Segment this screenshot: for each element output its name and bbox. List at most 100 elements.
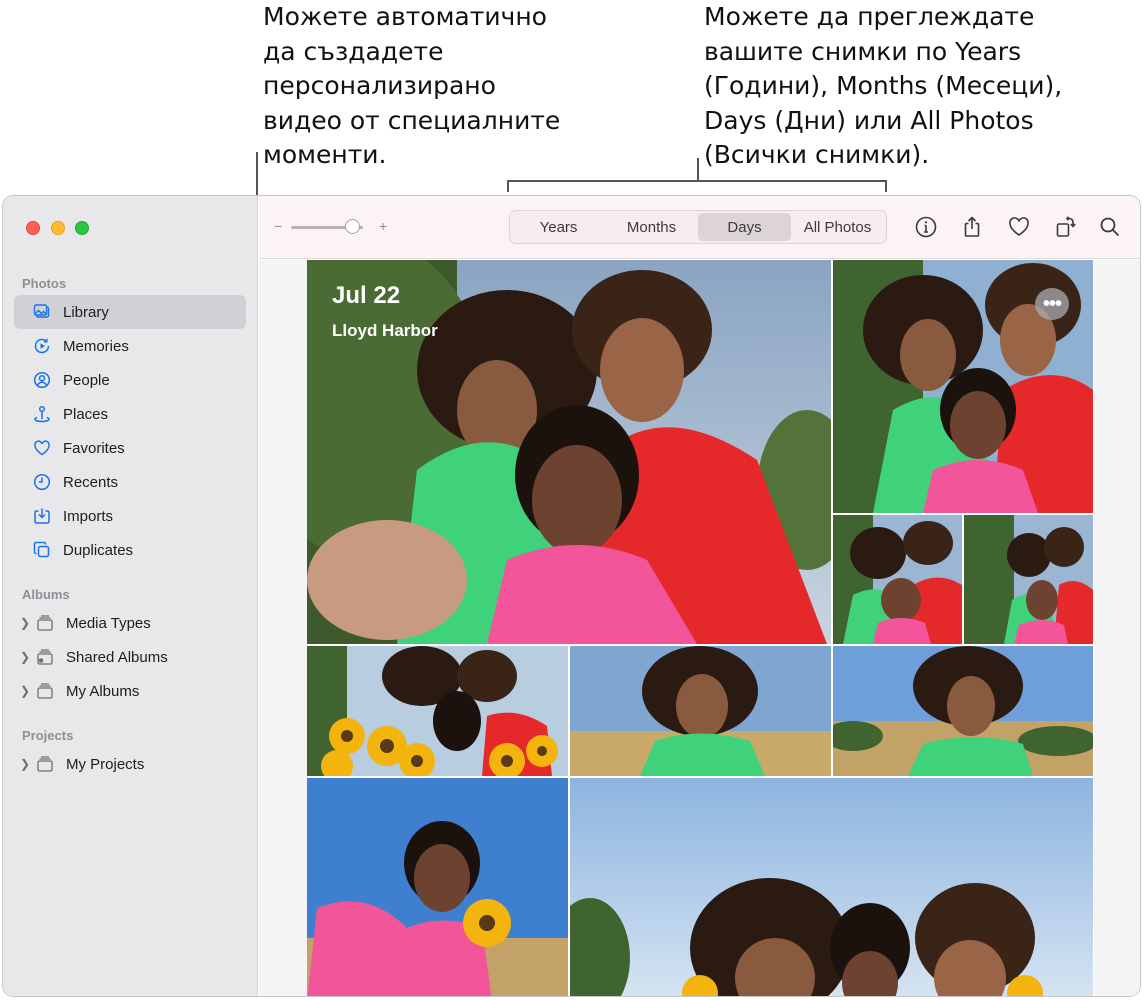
callout-line: (Години), Months (Месеци), <box>704 71 1063 100</box>
sidebar-item-label: Imports <box>63 507 114 525</box>
chevron-right-icon[interactable]: ❯ <box>20 650 32 664</box>
sidebar-item-label: Library <box>63 303 109 321</box>
photo-image <box>307 646 568 776</box>
sidebar-item-duplicates[interactable]: Duplicates <box>14 533 246 567</box>
leader-bracket-right <box>885 180 887 192</box>
library-icon <box>33 303 51 321</box>
sidebar-item-library[interactable]: Library <box>14 295 246 329</box>
chevron-right-icon[interactable]: ❯ <box>20 684 32 698</box>
zoom-window-button[interactable] <box>75 221 89 235</box>
sidebar: Photos Library Memories People Places Fa… <box>3 196 258 996</box>
photo-hero-image <box>307 260 831 644</box>
sidebar-item-my-projects[interactable]: ❯ My Projects <box>14 747 246 781</box>
callout-line: видео от специалните <box>263 105 561 135</box>
photo-tile[interactable] <box>307 646 568 776</box>
search-icon[interactable] <box>1098 215 1122 239</box>
callout-line: Days (Дни) или All Photos <box>704 105 1034 135</box>
view-segmented-control: Years Months Days All Photos <box>509 210 887 244</box>
photo-tile[interactable] <box>833 515 962 644</box>
minimize-window-button[interactable] <box>51 221 65 235</box>
photo-image <box>833 646 1093 776</box>
sidebar-item-recents[interactable]: Recents <box>14 465 246 499</box>
sidebar-item-label: Duplicates <box>63 541 134 559</box>
zoom-out-icon[interactable]: − <box>274 218 282 234</box>
sidebar-item-label: Recents <box>63 473 119 491</box>
sidebar-item-media-types[interactable]: ❯ Media Types <box>14 606 246 640</box>
heart-icon[interactable] <box>1007 215 1031 239</box>
callout-line: да създадете <box>263 36 444 66</box>
import-icon <box>33 507 51 525</box>
sidebar-item-label: My Albums <box>66 682 140 700</box>
sidebar-item-label: Shared Albums <box>66 648 168 666</box>
rotate-icon[interactable] <box>1054 215 1078 239</box>
toolbar: − + Years Months Days All Photos <box>259 196 1140 259</box>
tab-years[interactable]: Years <box>512 213 605 241</box>
sidebar-item-places[interactable]: Places <box>14 397 246 431</box>
photo-tile[interactable] <box>833 646 1093 776</box>
photo-content-area: Jul 22 Lloyd Harbor ••• <box>259 260 1140 996</box>
leader-line-views <box>697 158 699 181</box>
sidebar-section-albums: Albums <box>22 587 70 602</box>
photo-tile[interactable] <box>307 778 568 996</box>
callout-memories: Можете автоматично да създадете персонал… <box>263 0 560 173</box>
callout-line: (Всички снимки). <box>704 140 930 169</box>
callout-line: моменти. <box>263 140 387 169</box>
sidebar-item-label: Favorites <box>63 439 125 457</box>
zoom-in-icon[interactable]: + <box>379 218 387 234</box>
photos-window: Photos Library Memories People Places Fa… <box>2 195 1141 997</box>
day-place-label: Lloyd Harbor <box>332 321 438 340</box>
callout-line: вашите снимки по Years <box>704 36 1022 66</box>
callout-line: Можете да преглеждате <box>704 2 1035 31</box>
shared-folder-icon <box>36 648 54 666</box>
sidebar-item-memories[interactable]: Memories <box>14 329 246 363</box>
places-icon <box>33 405 51 423</box>
sidebar-item-my-albums[interactable]: ❯ My Albums <box>14 674 246 708</box>
leader-bracket-left <box>507 180 509 192</box>
memories-icon <box>33 337 51 355</box>
folder-stack-icon <box>36 614 54 632</box>
people-icon <box>33 371 51 389</box>
sidebar-item-label: Media Types <box>66 614 151 632</box>
sidebar-item-label: My Projects <box>66 755 145 773</box>
sidebar-item-shared-albums[interactable]: ❯ Shared Albums <box>14 640 246 674</box>
sidebar-item-label: Memories <box>63 337 129 355</box>
photo-image <box>964 515 1093 644</box>
day-date-label: Jul 22 <box>332 282 401 309</box>
sidebar-item-imports[interactable]: Imports <box>14 499 246 533</box>
photo-hero[interactable]: Jul 22 Lloyd Harbor <box>307 260 831 644</box>
sidebar-item-people[interactable]: People <box>14 363 246 397</box>
tab-months[interactable]: Months <box>605 213 698 241</box>
tab-days[interactable]: Days <box>698 213 791 241</box>
share-icon[interactable] <box>960 215 984 239</box>
photo-tile[interactable] <box>570 778 1093 996</box>
tab-all-photos[interactable]: All Photos <box>791 213 884 241</box>
folder-stack-icon <box>36 682 54 700</box>
photo-grid: Jul 22 Lloyd Harbor ••• <box>307 260 1094 996</box>
photo-image <box>570 646 831 776</box>
info-icon[interactable] <box>914 215 938 239</box>
leader-bracket <box>507 180 887 182</box>
sidebar-section-photos: Photos <box>22 276 67 291</box>
callout-views: Можете да преглеждате вашите снимки по Y… <box>704 0 1062 173</box>
sidebar-item-label: People <box>63 371 110 389</box>
photo-tile[interactable]: ••• <box>833 260 1093 513</box>
heart-icon <box>33 439 51 457</box>
callout-line: Можете автоматично <box>263 2 547 31</box>
photo-image <box>307 778 568 996</box>
chevron-right-icon[interactable]: ❯ <box>20 757 32 771</box>
clock-icon <box>33 473 51 491</box>
chevron-right-icon[interactable]: ❯ <box>20 616 32 630</box>
photo-tile[interactable] <box>964 515 1093 644</box>
close-window-button[interactable] <box>26 221 40 235</box>
photo-tile[interactable] <box>570 646 831 776</box>
sidebar-item-label: Places <box>63 405 109 423</box>
photo-image <box>833 515 962 644</box>
more-options-button[interactable]: ••• <box>1035 288 1069 320</box>
sidebar-section-projects: Projects <box>22 728 74 743</box>
sidebar-item-favorites[interactable]: Favorites <box>14 431 246 465</box>
photo-image <box>570 778 1093 996</box>
duplicates-icon <box>33 541 51 559</box>
callout-line: персонализирано <box>263 71 496 100</box>
folder-stack-icon <box>36 755 54 773</box>
zoom-slider-knob[interactable] <box>345 219 361 234</box>
